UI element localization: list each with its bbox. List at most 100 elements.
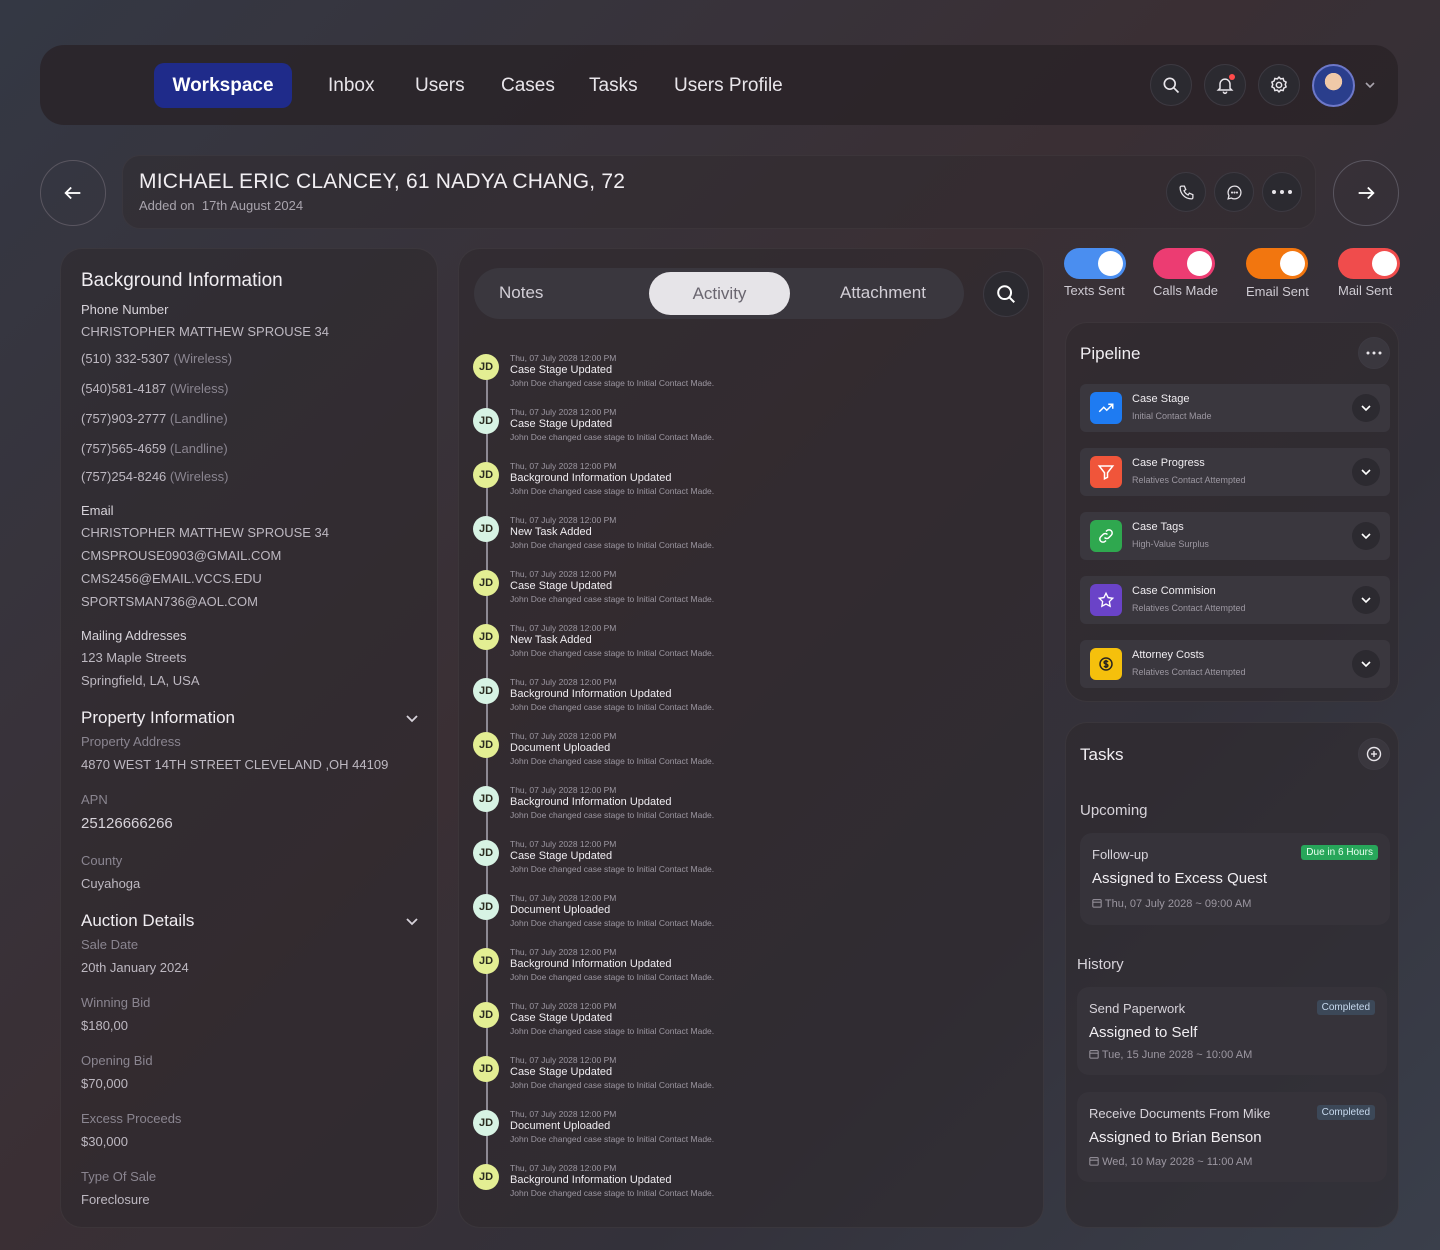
activity-item[interactable]: JD Thu, 07 July 2028 12:00 PM Background I… (473, 947, 1013, 1001)
phone-row[interactable]: (757)254-8246 (Wireless) (81, 469, 228, 484)
due-badge: Due in 6 Hours (1301, 845, 1378, 860)
email-address[interactable]: SPORTSMAN736@AOL.COM (81, 594, 258, 609)
activity-item[interactable]: JD Thu, 07 July 2028 12:00 PM Document Upl… (473, 893, 1013, 947)
activity-item[interactable]: JD Thu, 07 July 2028 12:00 PM Case Stage U… (473, 839, 1013, 893)
pipeline-subtitle: Relatives Contact Attempted (1132, 475, 1246, 485)
forward-button[interactable] (1333, 160, 1399, 226)
mailing-line2: Springfield, LA, USA (81, 673, 200, 688)
user-avatar: JD (473, 894, 499, 920)
activity-item[interactable]: JD Thu, 07 July 2028 12:00 PM New Task Add… (473, 623, 1013, 677)
activity-panel: Notes Activity Attachment JD Thu, 07 July… (458, 248, 1044, 1228)
activity-description: John Doe changed case stage to Initial C… (510, 486, 715, 496)
search-button[interactable] (1150, 64, 1192, 106)
email-address[interactable]: CMSPROUSE0903@GMAIL.COM (81, 548, 281, 563)
mail-sent-toggle[interactable] (1338, 248, 1400, 279)
activity-item[interactable]: JD Thu, 07 July 2028 12:00 PM Case Stage U… (473, 1001, 1013, 1055)
task-card-history[interactable]: Send Paperwork Completed Assigned to Sel… (1077, 987, 1387, 1075)
task-card-history[interactable]: Receive Documents From Mike Completed As… (1077, 1092, 1387, 1182)
chevron-down-icon[interactable] (405, 711, 419, 725)
email-sent-toggle[interactable] (1246, 248, 1308, 279)
activity-description: John Doe changed case stage to Initial C… (510, 432, 715, 442)
settings-button[interactable] (1258, 64, 1300, 106)
tab-notes[interactable]: Notes (499, 283, 543, 303)
pipeline-row-case-stage[interactable]: Case Stage Initial Contact Made (1080, 384, 1390, 432)
pipeline-row-case-progress[interactable]: Case Progress Relatives Contact Attempte… (1080, 448, 1390, 496)
activity-item[interactable]: JD Thu, 07 July 2028 12:00 PM Case Stage U… (473, 407, 1013, 461)
pipeline-subtitle: Relatives Contact Attempted (1132, 603, 1246, 613)
tab-activity[interactable]: Activity (649, 272, 790, 315)
page-title: MICHAEL ERIC CLANCEY, 61 NADYA CHANG, 72 (139, 170, 626, 193)
activity-item[interactable]: JD Thu, 07 July 2028 12:00 PM Background I… (473, 785, 1013, 839)
call-button[interactable] (1166, 172, 1206, 212)
email-label: Email (81, 503, 114, 518)
activity-item[interactable]: JD Thu, 07 July 2028 12:00 PM Background I… (473, 461, 1013, 515)
activity-item[interactable]: JD Thu, 07 July 2028 12:00 PM Document Upl… (473, 731, 1013, 785)
pipeline-title: Case Commision (1132, 585, 1216, 597)
pipeline-row-attorney-costs[interactable]: Attorney Costs Relatives Contact Attempt… (1080, 640, 1390, 688)
avatar[interactable] (1312, 64, 1355, 107)
phone-row[interactable]: (757)565-4659 (Landline) (81, 441, 228, 456)
notification-dot (1229, 74, 1235, 80)
property-heading: Property Information (81, 708, 236, 727)
pipeline-title: Case Tags (1132, 521, 1184, 533)
sale-date-value: 20th January 2024 (81, 960, 189, 975)
completed-badge: Completed (1316, 1105, 1375, 1120)
pipeline-more-button[interactable] (1358, 337, 1390, 369)
chevron-down-icon[interactable] (1364, 79, 1376, 91)
activity-title: New Task Added (510, 634, 592, 646)
activity-item[interactable]: JD Thu, 07 July 2028 12:00 PM Case Stage U… (473, 569, 1013, 623)
phone-row[interactable]: (510) 332-5307 (Wireless) (81, 351, 232, 366)
pipeline-row-case-tags[interactable]: Case Tags High-Value Surplus (1080, 512, 1390, 560)
texts-sent-label: Texts Sent (1064, 283, 1125, 298)
background-heading: Background Information (81, 270, 283, 291)
add-task-button[interactable] (1358, 738, 1390, 770)
activity-description: John Doe changed case stage to Initial C… (510, 1188, 715, 1198)
dropdown-button[interactable] (1352, 522, 1380, 550)
phone-row[interactable]: (540)581-4187 (Wireless) (81, 381, 228, 396)
nav-workspace[interactable]: Workspace (154, 63, 292, 108)
added-label: Added on (139, 198, 195, 213)
county-label: County (81, 853, 123, 868)
activity-item[interactable]: JD Thu, 07 July 2028 12:00 PM Background I… (473, 677, 1013, 731)
dropdown-button[interactable] (1352, 586, 1380, 614)
back-button[interactable] (40, 160, 106, 226)
winning-bid-label: Winning Bid (81, 995, 151, 1010)
nav-tasks[interactable]: Tasks (589, 63, 638, 108)
activity-description: John Doe changed case stage to Initial C… (510, 864, 715, 874)
user-avatar: JD (473, 1002, 499, 1028)
added-on: Added on 17th August 2024 (139, 198, 303, 213)
activity-item[interactable]: JD Thu, 07 July 2028 12:00 PM New Task Add… (473, 515, 1013, 569)
notifications-button[interactable] (1204, 64, 1246, 106)
user-avatar: JD (473, 948, 499, 974)
nav-inbox[interactable]: Inbox (328, 63, 374, 108)
activity-item[interactable]: JD Thu, 07 July 2028 12:00 PM Case Stage U… (473, 1055, 1013, 1109)
link-icon (1090, 520, 1122, 552)
task-card-upcoming[interactable]: Follow-up Due in 6 Hours Assigned to Exc… (1080, 833, 1390, 925)
dropdown-button[interactable] (1352, 458, 1380, 486)
nav-users-profile[interactable]: Users Profile (674, 63, 783, 108)
calls-made-toggle[interactable] (1153, 248, 1215, 279)
user-avatar: JD (473, 1164, 499, 1190)
phone-type: (Landline) (169, 411, 228, 426)
excess-proceeds-label: Excess Proceeds (81, 1111, 182, 1126)
task-time: 11:00 AM (1206, 1156, 1253, 1168)
activity-item[interactable]: JD Thu, 07 July 2028 12:00 PM Case Stage U… (473, 353, 1013, 407)
activity-item[interactable]: JD Thu, 07 July 2028 12:00 PM Background I… (473, 1163, 1013, 1217)
nav-users[interactable]: Users (415, 63, 465, 108)
pipeline-row-case-commision[interactable]: Case Commision Relatives Contact Attempt… (1080, 576, 1390, 624)
email-address[interactable]: CMS2456@EMAIL.VCCS.EDU (81, 571, 262, 586)
texts-sent-toggle[interactable] (1064, 248, 1126, 279)
chevron-down-icon[interactable] (405, 914, 419, 928)
pipeline-subtitle: Relatives Contact Attempted (1132, 667, 1246, 677)
more-options-button[interactable] (1262, 172, 1302, 212)
phone-row[interactable]: (757)903-2777 (Landline) (81, 411, 228, 426)
tab-attachment[interactable]: Attachment (840, 283, 926, 303)
email-sent-label: Email Sent (1246, 284, 1309, 299)
message-button[interactable] (1214, 172, 1254, 212)
dropdown-button[interactable] (1352, 394, 1380, 422)
activity-item[interactable]: JD Thu, 07 July 2028 12:00 PM Document Upl… (473, 1109, 1013, 1163)
nav-cases[interactable]: Cases (501, 63, 555, 108)
dropdown-button[interactable] (1352, 650, 1380, 678)
activity-search-button[interactable] (983, 271, 1029, 317)
user-avatar: JD (473, 840, 499, 866)
